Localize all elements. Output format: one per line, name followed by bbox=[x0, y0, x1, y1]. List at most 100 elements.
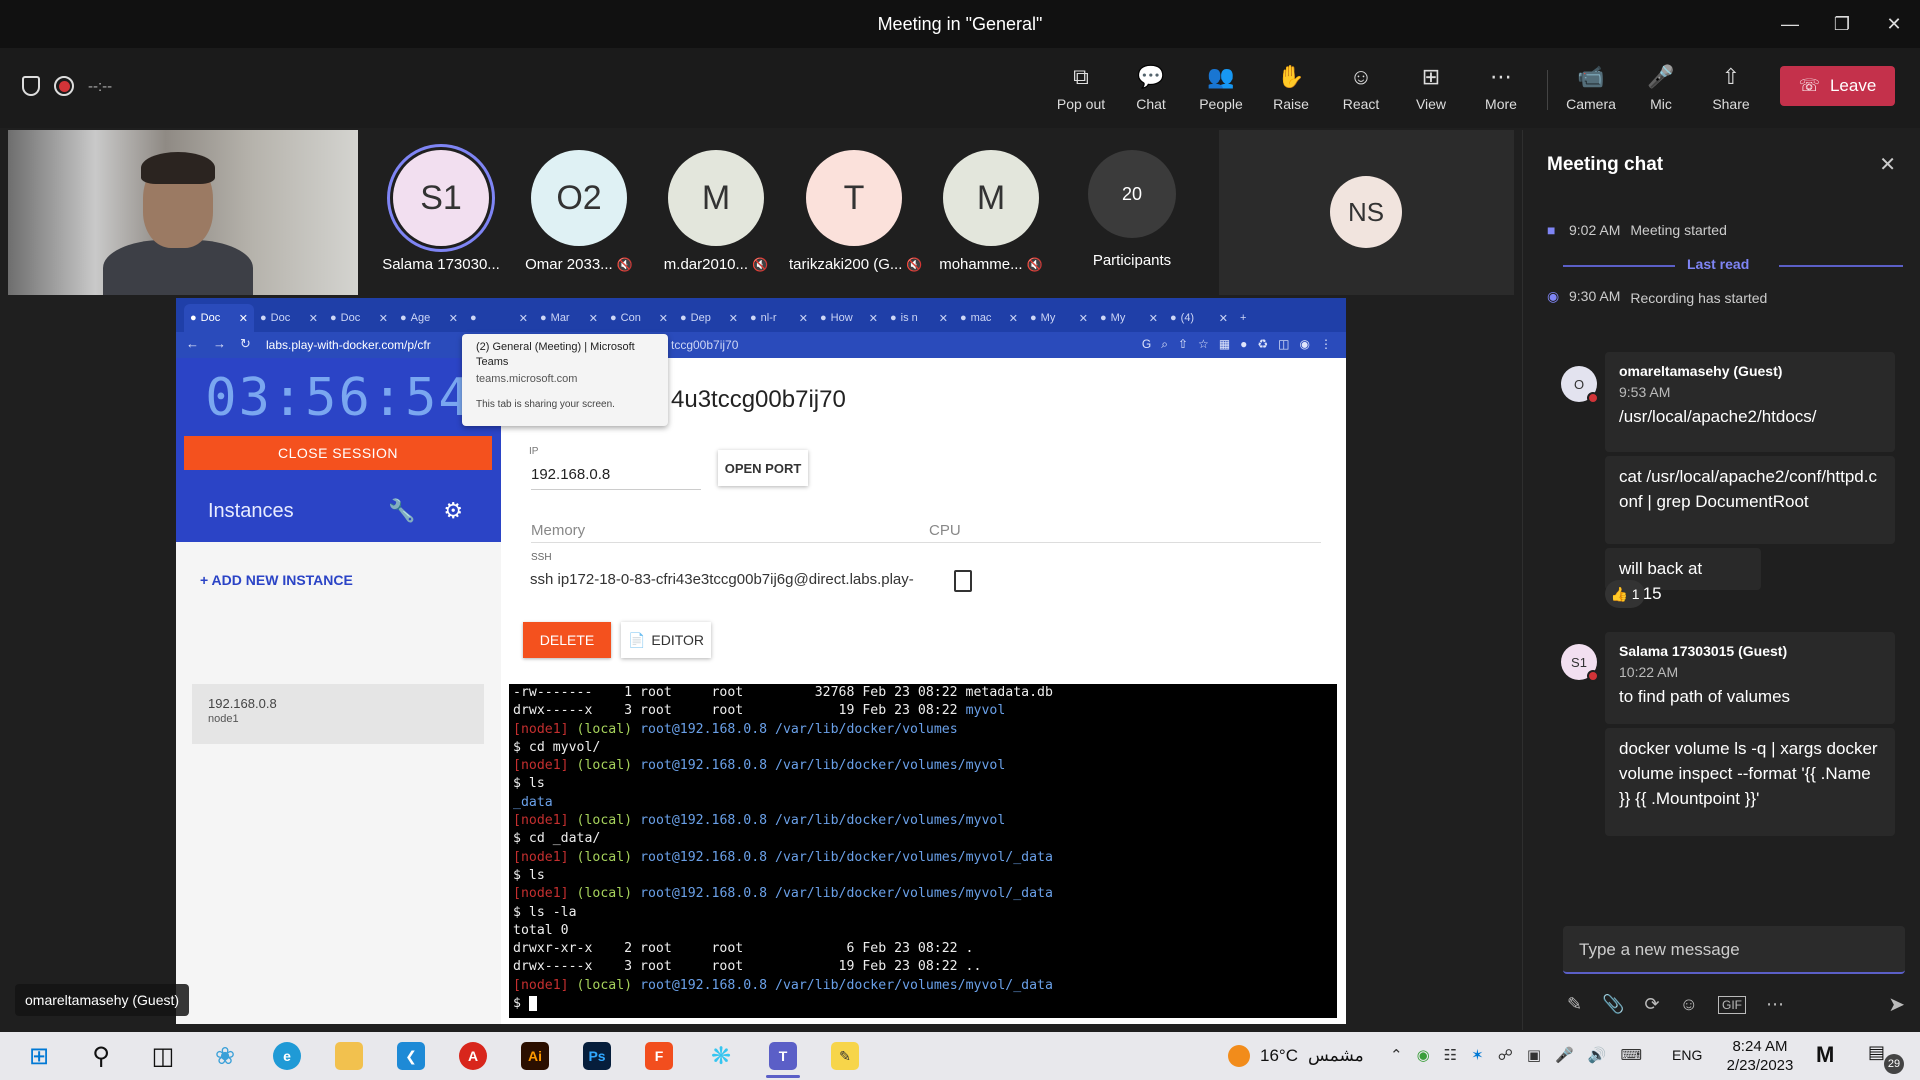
gif-icon[interactable]: GIF bbox=[1718, 995, 1746, 1014]
reload-icon[interactable]: ↻ bbox=[240, 336, 251, 352]
extension-icon[interactable]: ● bbox=[1240, 337, 1247, 352]
file-explorer-icon[interactable] bbox=[318, 1032, 380, 1080]
extension-icon[interactable]: ▦ bbox=[1219, 337, 1230, 352]
tab-close-icon[interactable]: ✕ bbox=[589, 312, 598, 325]
gear-icon[interactable]: ⚙ bbox=[443, 498, 463, 524]
tab-close-icon[interactable]: ✕ bbox=[799, 312, 808, 325]
acrobat-icon[interactable]: A bbox=[442, 1032, 504, 1080]
back-icon[interactable]: ← bbox=[186, 336, 199, 352]
chat-message[interactable]: Salama 17303015 (Guest) 10:22 AM to find… bbox=[1605, 632, 1895, 724]
browser-tab[interactable]: ● mac ✕ bbox=[954, 304, 1024, 332]
ip-field[interactable]: 192.168.0.8 bbox=[531, 466, 701, 490]
view-button[interactable]: ⊞ View bbox=[1399, 62, 1463, 112]
copy-icon[interactable] bbox=[954, 570, 972, 592]
browser-tab[interactable]: ● Dep ✕ bbox=[674, 304, 744, 332]
browser-tab[interactable]: ● Con ✕ bbox=[604, 304, 674, 332]
tab-close-icon[interactable]: ✕ bbox=[309, 312, 318, 325]
format-icon[interactable]: ✎ bbox=[1567, 994, 1582, 1015]
react-button[interactable]: ☺ React bbox=[1329, 62, 1393, 112]
participant-tile[interactable]: T tarikzaki200 (G... 🔇 bbox=[789, 150, 923, 273]
emoji-icon[interactable]: ☺ bbox=[1680, 994, 1698, 1015]
people-button[interactable]: 👥 People bbox=[1189, 62, 1253, 112]
add-instance-button[interactable]: + ADD NEW INSTANCE bbox=[200, 572, 353, 588]
leave-button[interactable]: ☏ Leave bbox=[1780, 66, 1895, 106]
mic-icon[interactable]: 🎤 bbox=[1555, 1046, 1574, 1064]
attach-icon[interactable]: 📎 bbox=[1602, 994, 1624, 1015]
participant-tile[interactable]: M mohamme... 🔇 bbox=[926, 150, 1056, 273]
weather-widget[interactable]: 16°C مشمس bbox=[1228, 1045, 1364, 1067]
chat-message[interactable]: omareltamasehy (Guest) 9:53 AM /usr/loca… bbox=[1605, 352, 1895, 452]
vscode-icon[interactable]: ❮ bbox=[380, 1032, 442, 1080]
wrench-icon[interactable]: 🔧 bbox=[388, 498, 415, 524]
browser-tab[interactable]: ● Mar ✕ bbox=[534, 304, 604, 332]
raise-hand-button[interactable]: ✋ Raise bbox=[1259, 62, 1323, 112]
close-icon[interactable]: ✕ bbox=[1879, 152, 1896, 177]
tab-close-icon[interactable]: ✕ bbox=[239, 312, 248, 325]
browser-tab[interactable]: ● ✕ bbox=[464, 304, 534, 332]
google-icon[interactable]: G bbox=[1142, 337, 1151, 352]
restore-icon[interactable]: ❐ bbox=[1816, 0, 1868, 48]
tab-close-icon[interactable]: ✕ bbox=[729, 312, 738, 325]
slack-icon[interactable]: ❋ bbox=[690, 1032, 752, 1080]
sidebar-icon[interactable]: ◫ bbox=[1278, 337, 1289, 352]
more-button[interactable]: ⋯ More bbox=[1469, 62, 1533, 112]
browser-tab[interactable]: ● My ✕ bbox=[1024, 304, 1094, 332]
teams-icon[interactable]: T bbox=[752, 1032, 814, 1080]
tab-close-icon[interactable]: ✕ bbox=[659, 312, 668, 325]
open-port-button[interactable]: OPEN PORT bbox=[718, 450, 808, 486]
delete-button[interactable]: DELETE bbox=[523, 622, 611, 658]
editor-button[interactable]: 📄 EDITOR bbox=[621, 622, 711, 658]
browser-tab[interactable]: ● nl-r ✕ bbox=[744, 304, 814, 332]
profile-icon[interactable]: ◉ bbox=[1300, 337, 1310, 352]
zoom-icon[interactable]: ⌕ bbox=[1161, 337, 1168, 352]
language-indicator[interactable]: ENG bbox=[1672, 1047, 1702, 1063]
tab-close-icon[interactable]: ✕ bbox=[449, 312, 458, 325]
tab-close-icon[interactable]: ✕ bbox=[1079, 312, 1088, 325]
app-m-icon[interactable]: M bbox=[1816, 1042, 1834, 1068]
puzzle-icon[interactable]: ♻ bbox=[1257, 337, 1268, 352]
reaction-badge[interactable]: 👍 1 bbox=[1605, 580, 1645, 608]
participant-tile-ns[interactable]: NS bbox=[1219, 130, 1514, 295]
instance-item[interactable]: 192.168.0.8 node1 bbox=[192, 684, 484, 744]
chevron-up-icon[interactable]: ⌃ bbox=[1390, 1046, 1403, 1064]
mic-button[interactable]: 🎤 Mic bbox=[1629, 62, 1693, 112]
edge-icon[interactable]: e bbox=[256, 1032, 318, 1080]
loop-icon[interactable]: ⟳ bbox=[1645, 994, 1660, 1015]
browser-tab[interactable]: ● My ✕ bbox=[1094, 304, 1164, 332]
tray-app-icon[interactable]: ◉ bbox=[1417, 1046, 1430, 1064]
tray-app-icon[interactable]: ▣ bbox=[1527, 1046, 1541, 1064]
camera-button[interactable]: 📹 Camera bbox=[1559, 62, 1623, 112]
tab-close-icon[interactable]: ✕ bbox=[379, 312, 388, 325]
tab-close-icon[interactable]: ✕ bbox=[1009, 312, 1018, 325]
forward-icon[interactable]: → bbox=[213, 336, 226, 352]
windows-start-icon[interactable]: ⊞ bbox=[8, 1032, 70, 1080]
bluetooth-icon[interactable]: ✶ bbox=[1471, 1046, 1484, 1064]
browser-tab[interactable]: ● How ✕ bbox=[814, 304, 884, 332]
search-icon[interactable]: ⚲ bbox=[70, 1032, 132, 1080]
close-icon[interactable]: ✕ bbox=[1868, 0, 1920, 48]
browser-tab[interactable]: ● Doc ✕ bbox=[254, 304, 324, 332]
new-tab-icon[interactable]: + bbox=[1234, 304, 1264, 332]
browser-tab[interactable]: ● Doc ✕ bbox=[324, 304, 394, 332]
participants-overflow[interactable]: 20 Participants bbox=[1082, 150, 1182, 269]
chat-message[interactable]: docker volume ls -q | xargs docker volum… bbox=[1605, 728, 1895, 836]
minimize-icon[interactable]: — bbox=[1764, 0, 1816, 48]
browser-tab[interactable]: ● (4) ✕ bbox=[1164, 304, 1234, 332]
photoshop-icon[interactable]: Ps bbox=[566, 1032, 628, 1080]
browser-menu-icon[interactable]: ⋮ bbox=[1320, 337, 1332, 352]
more-options-icon[interactable]: ⋯ bbox=[1766, 994, 1784, 1015]
volume-icon[interactable]: 🔊 bbox=[1588, 1046, 1607, 1064]
keyboard-icon[interactable]: ⌨ bbox=[1620, 1046, 1642, 1064]
share-page-icon[interactable]: ⇧ bbox=[1178, 337, 1188, 352]
security-icon[interactable]: ☍ bbox=[1498, 1046, 1513, 1064]
share-button[interactable]: ⇧ Share bbox=[1699, 62, 1763, 112]
participant-tile[interactable]: O2 Omar 2033... 🔇 bbox=[514, 150, 644, 273]
task-view-icon[interactable]: ◫ bbox=[132, 1032, 194, 1080]
terminal[interactable]: -rw------- 1 root root 32768 Feb 23 08:2… bbox=[509, 684, 1337, 1018]
chat-button[interactable]: 💬 Chat bbox=[1119, 62, 1183, 112]
pop-out-button[interactable]: ⧉ Pop out bbox=[1049, 62, 1113, 112]
chat-message[interactable]: cat /usr/local/apache2/conf/httpd.conf |… bbox=[1605, 456, 1895, 544]
tab-close-icon[interactable]: ✕ bbox=[939, 312, 948, 325]
notifications-button[interactable]: ▤ 29 bbox=[1868, 1042, 1904, 1074]
figma-icon[interactable]: F bbox=[628, 1032, 690, 1080]
